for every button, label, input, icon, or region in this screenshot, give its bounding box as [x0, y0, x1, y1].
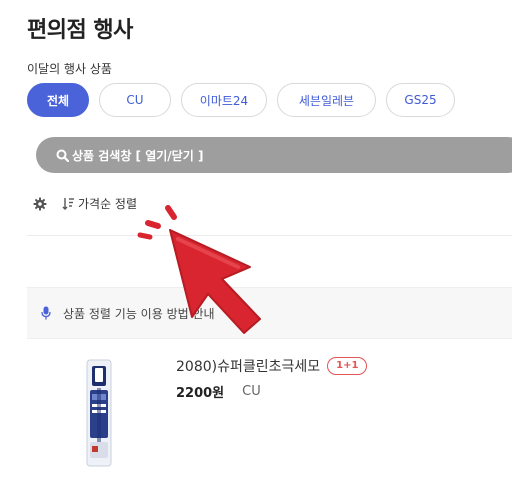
chip-cu[interactable]: CU [99, 83, 171, 117]
sort-icon[interactable] [62, 197, 75, 210]
search-toggle-bar[interactable]: 상품 검색창 [ 열기/닫기 ] [36, 137, 512, 173]
chip-gs25[interactable]: GS25 [386, 83, 455, 117]
product-store: CU [242, 384, 261, 399]
search-toggle-label: 상품 검색창 [ 열기/닫기 ] [72, 148, 204, 163]
store-filter-chips: 전체 CU 이마트24 세븐일레븐 GS25 [27, 83, 455, 117]
product-image [79, 358, 119, 468]
search-icon [56, 149, 69, 162]
gear-icon[interactable] [33, 197, 47, 211]
chip-all[interactable]: 전체 [27, 83, 89, 117]
chip-seven-eleven[interactable]: 세븐일레븐 [277, 83, 376, 117]
product-price: 2200원 [176, 386, 225, 401]
notice-text: 상품 정렬 기능 이용 방법 안내 [63, 306, 215, 321]
page-title: 편의점 행사 [27, 18, 133, 43]
promo-badge: 1+1 [327, 357, 368, 375]
section-label: 이달의 행사 상품 [27, 62, 112, 76]
chip-emart24[interactable]: 이마트24 [181, 83, 267, 117]
product-name: 2080)슈퍼클린초극세모 [176, 359, 321, 375]
sort-guide-notice[interactable]: 상품 정렬 기능 이용 방법 안내 [27, 287, 512, 339]
sort-label[interactable]: 가격순 정렬 [78, 195, 137, 212]
product-item[interactable]: 2080)슈퍼클린초극세모 1+1 2200원 CU [27, 350, 512, 470]
divider [27, 235, 512, 236]
sort-row: 가격순 정렬 [33, 195, 137, 212]
microphone-icon [41, 306, 51, 320]
